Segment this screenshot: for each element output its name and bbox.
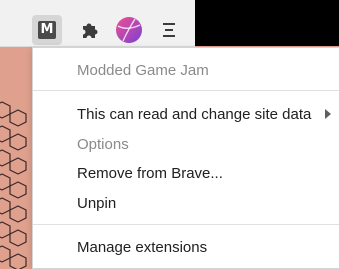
window-background	[195, 0, 339, 46]
browser-menu-button[interactable]	[154, 15, 184, 45]
avatar-icon	[116, 17, 142, 43]
submenu-arrow-icon	[325, 109, 331, 119]
menu-divider	[33, 224, 339, 225]
menu-item-remove[interactable]: Remove from Brave...	[33, 159, 339, 187]
menu-item-options[interactable]: Options	[33, 130, 339, 158]
menu-item-unpin[interactable]: Unpin	[33, 189, 339, 217]
menu-divider	[33, 90, 339, 91]
letter-m-extension-icon: M	[38, 21, 56, 39]
extension-button-modded-game-jam[interactable]: M	[32, 15, 62, 45]
hamburger-menu-icon	[163, 23, 175, 37]
profile-avatar-button[interactable]	[114, 15, 144, 45]
extensions-menu-button[interactable]	[74, 15, 104, 45]
menu-title-extension-name: Modded Game Jam	[77, 61, 209, 79]
menu-item-manage-extensions[interactable]: Manage extensions	[33, 233, 339, 261]
menu-item-site-access[interactable]: This can read and change site data	[33, 100, 339, 128]
puzzle-icon	[83, 23, 98, 38]
extension-context-menu: Modded Game Jam This can read and change…	[32, 47, 339, 269]
